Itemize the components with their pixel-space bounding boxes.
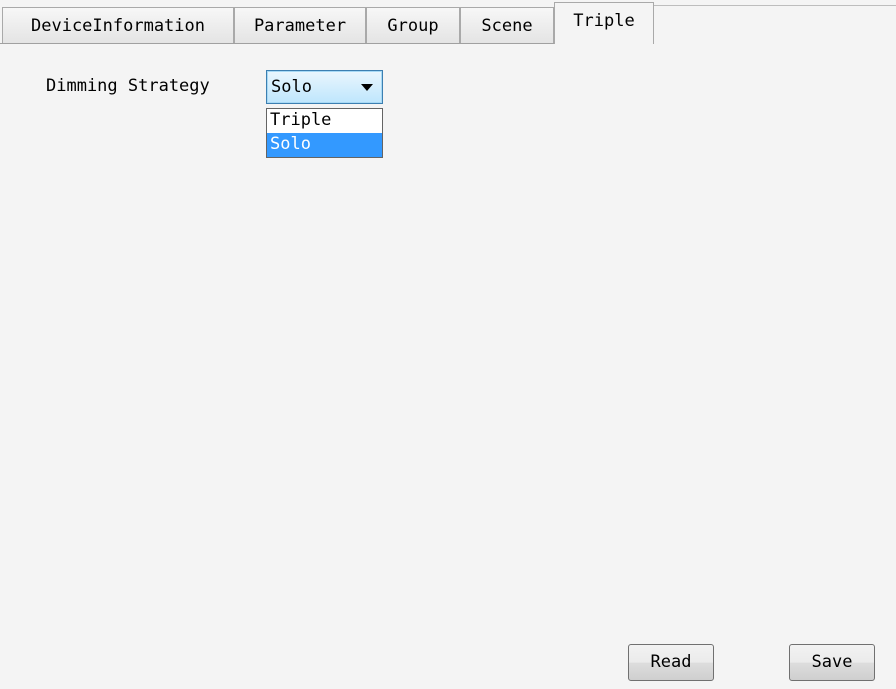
save-button[interactable]: Save <box>789 644 875 681</box>
tab-strip-empty <box>653 5 896 44</box>
tab-triple[interactable]: Triple <box>554 2 654 44</box>
dimming-strategy-dropdown: Triple Solo <box>266 108 383 158</box>
dropdown-option-triple[interactable]: Triple <box>267 109 382 133</box>
dimming-strategy-select[interactable]: Solo <box>266 70 383 104</box>
read-button[interactable]: Read <box>628 644 714 681</box>
tab-group[interactable]: Group <box>366 7 460 43</box>
tab-bar: DeviceInformation Parameter Group Scene … <box>0 0 896 44</box>
chevron-down-icon[interactable] <box>361 84 373 91</box>
tab-parameter[interactable]: Parameter <box>234 7 366 43</box>
dimming-strategy-label: Dimming Strategy <box>46 76 210 96</box>
dimming-strategy-value: Solo <box>271 77 312 97</box>
dropdown-option-solo[interactable]: Solo <box>267 133 382 157</box>
tab-device-information[interactable]: DeviceInformation <box>2 7 234 43</box>
tab-scene[interactable]: Scene <box>460 7 554 43</box>
